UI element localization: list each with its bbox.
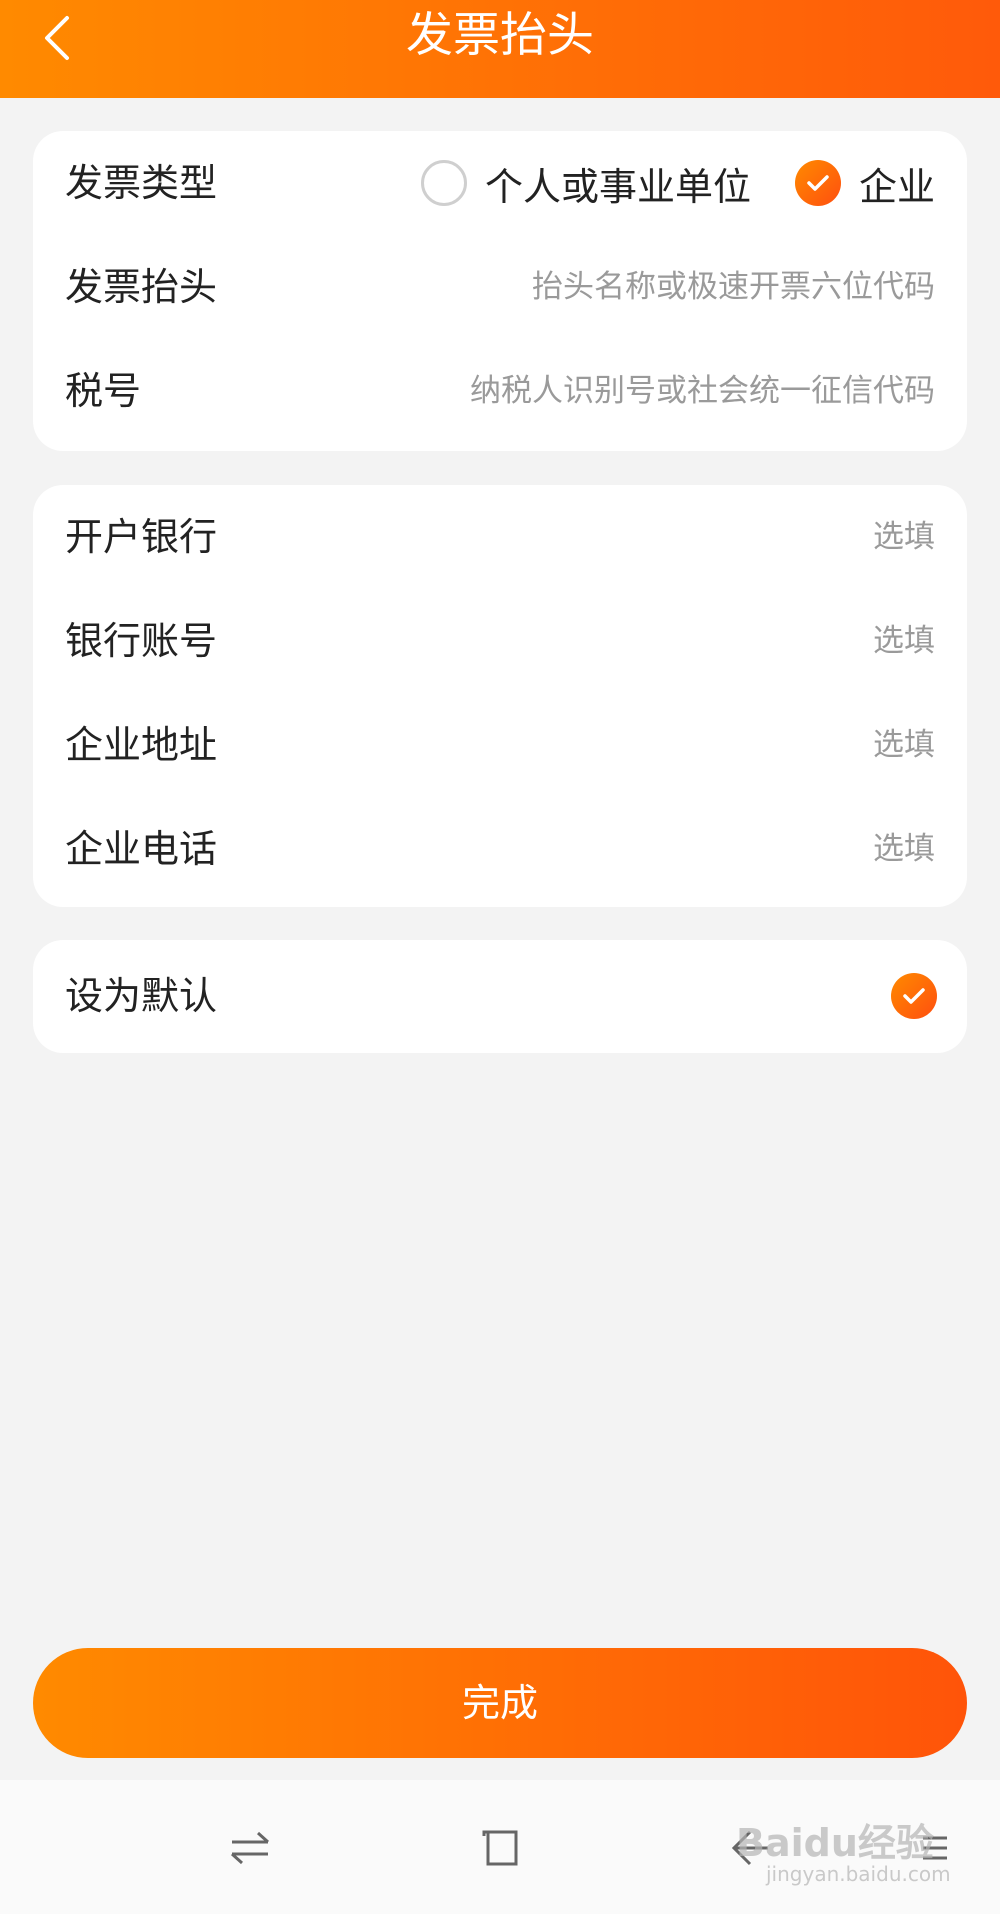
checkbox-checked-icon[interactable] (891, 973, 937, 1019)
header-bar: 发票抬头 (0, 0, 1000, 98)
watermark-url: jingyan.baidu.com (766, 1862, 951, 1886)
invoice-type-radio-group: 个人或事业单位 企业 (420, 131, 935, 235)
radio-checked-icon (794, 160, 841, 206)
bank-info-card: 开户银行 银行账号 企业地址 企业电话 (33, 485, 967, 907)
done-button[interactable]: 完成 (33, 1648, 967, 1758)
company-address-label: 企业地址 (65, 723, 218, 767)
radio-label-personal: 个人或事业单位 (484, 164, 751, 209)
bank-account-label: 银行账号 (65, 619, 218, 663)
set-default-row[interactable]: 设为默认 (33, 944, 967, 1048)
invoice-title-row: 发票抬头 (33, 235, 967, 339)
invoice-title-label: 发票抬头 (65, 265, 218, 309)
bank-name-row: 开户银行 (33, 485, 967, 589)
bank-account-row: 银行账号 (33, 589, 967, 693)
bank-name-input[interactable] (375, 507, 935, 567)
set-default-label: 设为默认 (65, 974, 218, 1018)
tax-id-row: 税号 (33, 339, 967, 443)
company-address-input[interactable] (375, 715, 935, 775)
invoice-type-row: 发票类型 个人或事业单位 企业 (33, 131, 967, 235)
set-default-card: 设为默认 (33, 940, 967, 1053)
company-phone-input[interactable] (375, 819, 935, 879)
radio-option-personal[interactable]: 个人或事业单位 (420, 131, 751, 235)
switch-apps-button[interactable] (220, 1818, 280, 1878)
company-phone-label: 企业电话 (65, 827, 218, 871)
page-title: 发票抬头 (406, 8, 594, 63)
company-phone-row: 企业电话 (33, 797, 967, 901)
company-address-row: 企业地址 (33, 693, 967, 797)
invoice-type-label: 发票类型 (65, 161, 218, 205)
tax-id-label: 税号 (65, 369, 142, 413)
home-button[interactable] (470, 1818, 530, 1878)
watermark-logo: Baidu经验 (736, 1821, 934, 1865)
invoice-info-card: 发票类型 个人或事业单位 企业 发票抬头 税号 (33, 131, 967, 451)
square-icon (482, 1830, 518, 1866)
radio-option-enterprise[interactable]: 企业 (794, 131, 935, 235)
swap-arrows-icon (230, 1831, 270, 1865)
invoice-title-input[interactable] (375, 257, 935, 317)
radio-label-enterprise: 企业 (858, 164, 935, 209)
radio-unchecked-icon (420, 160, 467, 206)
bank-name-label: 开户银行 (65, 515, 218, 559)
tax-id-input[interactable] (375, 361, 935, 421)
bank-account-input[interactable] (375, 611, 935, 671)
